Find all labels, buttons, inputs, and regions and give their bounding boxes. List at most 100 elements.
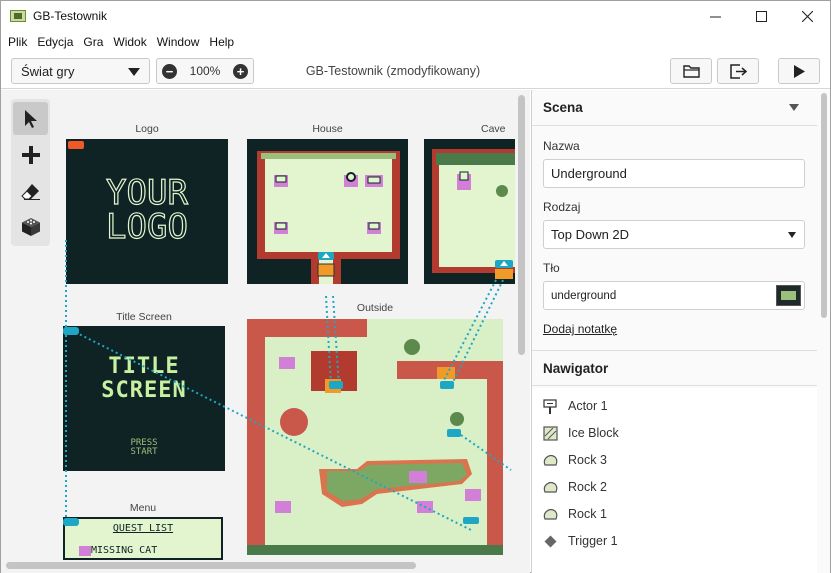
- zoom-control: − 100% +: [156, 58, 254, 84]
- nav-item-rock-3[interactable]: Rock 3: [542, 450, 607, 470]
- eraser-tool[interactable]: [13, 174, 48, 207]
- view-select-value: Świat gry: [21, 63, 75, 79]
- app-window: GB-Testownik Plik Edycja Gra Widok Windo…: [0, 0, 831, 573]
- menu-quest-item: MISSING CAT: [91, 545, 158, 556]
- navigator-title: Nawigator: [543, 360, 609, 376]
- toolbar: Świat gry − 100% + GB-Testownik (zmodyfi…: [1, 53, 830, 89]
- canvas-horizontal-scroll-track: [1, 560, 530, 573]
- menu-quest-title: QUEST LIST: [112, 523, 174, 534]
- view-select[interactable]: Świat gry: [11, 58, 150, 84]
- colors-tool[interactable]: [13, 210, 48, 243]
- scene-label-outside: Outside: [356, 302, 394, 314]
- nav-item-rock-2[interactable]: Rock 2: [542, 477, 607, 497]
- scene-type-value: Top Down 2D: [551, 227, 630, 242]
- nav-item-label: Trigger 1: [568, 534, 618, 548]
- close-button[interactable]: [784, 1, 830, 31]
- rock-icon: [542, 452, 558, 468]
- maximize-icon: [755, 10, 767, 22]
- canvas-horizontal-scrollbar[interactable]: [6, 562, 416, 569]
- title-line-2: SCREEN: [101, 378, 187, 403]
- open-folder-button[interactable]: [670, 58, 712, 84]
- scene-section-header[interactable]: Scena: [532, 90, 817, 126]
- scene-label-logo: Logo: [135, 123, 159, 135]
- press-line-2: START: [130, 447, 158, 457]
- start-scene-marker: [68, 141, 84, 149]
- title-bar: GB-Testownik: [1, 1, 830, 31]
- window-title: GB-Testownik: [33, 9, 108, 23]
- eraser-icon: [20, 183, 40, 200]
- colors-cube-icon: [21, 217, 40, 236]
- minimize-button[interactable]: [692, 1, 738, 31]
- folder-icon: [682, 65, 700, 78]
- nav-item-label: Rock 2: [568, 480, 607, 494]
- scene-title-screen[interactable]: TITLE SCREEN PRESS START: [63, 326, 225, 471]
- chevron-down-icon: [788, 232, 796, 238]
- background-value: underground: [551, 289, 617, 302]
- scene-name-input[interactable]: Underground: [543, 159, 805, 188]
- logo-line-2: LOGO: [105, 207, 188, 247]
- nav-item-label: Rock 1: [568, 507, 607, 521]
- close-icon: [801, 10, 813, 22]
- scene-label-house: House: [312, 123, 343, 135]
- menu-file[interactable]: Plik: [3, 35, 32, 49]
- nav-item-actor-1[interactable]: Actor 1: [542, 396, 608, 416]
- menu-window[interactable]: Window: [152, 35, 205, 49]
- scene-house[interactable]: [247, 139, 408, 284]
- menu-edit[interactable]: Edycja: [32, 35, 78, 49]
- menu-view[interactable]: Widok: [108, 35, 151, 49]
- scene-type-select[interactable]: Top Down 2D: [543, 220, 805, 249]
- panel-scrollbar[interactable]: [821, 93, 827, 318]
- zoom-level: 100%: [189, 64, 221, 78]
- scene-outside[interactable]: [247, 319, 503, 555]
- type-label: Rodzaj: [543, 200, 581, 214]
- add-tool[interactable]: [13, 138, 48, 171]
- scene-label-title-screen: Title Screen: [116, 311, 172, 323]
- trigger-diamond-icon: [542, 533, 558, 549]
- play-button[interactable]: [778, 58, 820, 84]
- chevron-down-icon[interactable]: [789, 104, 799, 111]
- nav-item-label: Rock 3: [568, 453, 607, 467]
- house-map: [257, 151, 400, 284]
- chevron-down-icon: [128, 68, 140, 76]
- play-icon: [794, 64, 805, 78]
- cave-map: [432, 149, 515, 279]
- scene-menu[interactable]: QUEST LIST MISSING CAT: [63, 517, 223, 560]
- select-tool[interactable]: [13, 102, 48, 135]
- nav-item-trigger-1[interactable]: Trigger 1: [542, 531, 618, 551]
- ice-block-icon: [542, 425, 558, 441]
- scene-logo[interactable]: YOUR LOGO: [66, 139, 228, 284]
- nav-item-rock-1[interactable]: Rock 1: [542, 504, 607, 524]
- tool-palette: [11, 99, 50, 246]
- nav-item-label: Ice Block: [568, 426, 619, 440]
- add-note-link[interactable]: Dodaj notatkę: [543, 322, 617, 336]
- scene-label-menu: Menu: [129, 502, 157, 514]
- rock-icon: [542, 506, 558, 522]
- nav-item-ice-block[interactable]: Ice Block: [542, 423, 619, 443]
- title-line-1: TITLE: [108, 354, 180, 379]
- navigator-header[interactable]: Nawigator: [532, 350, 817, 386]
- zoom-out-button[interactable]: −: [162, 63, 177, 79]
- navigator-list: Actor 1 Ice Block Rock 3 Rock 2 Rock 1 T…: [532, 388, 817, 573]
- scene-section-title: Scena: [543, 100, 583, 115]
- canvas-vertical-scrollbar[interactable]: [518, 95, 525, 355]
- nav-item-label: Actor 1: [568, 399, 608, 413]
- menu-game[interactable]: Gra: [78, 35, 108, 49]
- menu-actor: [79, 546, 91, 556]
- background-label: Tło: [543, 261, 560, 275]
- export-button[interactable]: [717, 58, 759, 84]
- world-canvas[interactable]: Logo YOUR LOGO House Cave Title Screen T…: [1, 90, 530, 560]
- scene-cave[interactable]: [424, 139, 515, 284]
- menu-bar: Plik Edycja Gra Widok Window Help: [1, 31, 830, 53]
- export-icon: [729, 63, 747, 79]
- properties-panel: Scena Nazwa Underground Rodzaj Top Down …: [531, 90, 830, 573]
- maximize-button[interactable]: [738, 1, 784, 31]
- zoom-in-button[interactable]: +: [232, 63, 248, 79]
- background-select[interactable]: underground: [543, 281, 805, 310]
- logo-line-1: YOUR: [105, 173, 188, 213]
- name-label: Nazwa: [543, 139, 580, 153]
- background-thumbnail: [776, 285, 801, 306]
- rock-icon: [542, 479, 558, 495]
- menu-help[interactable]: Help: [204, 35, 239, 49]
- window-controls: [692, 1, 830, 31]
- project-title: GB-Testownik (zmodyfikowany): [305, 64, 481, 78]
